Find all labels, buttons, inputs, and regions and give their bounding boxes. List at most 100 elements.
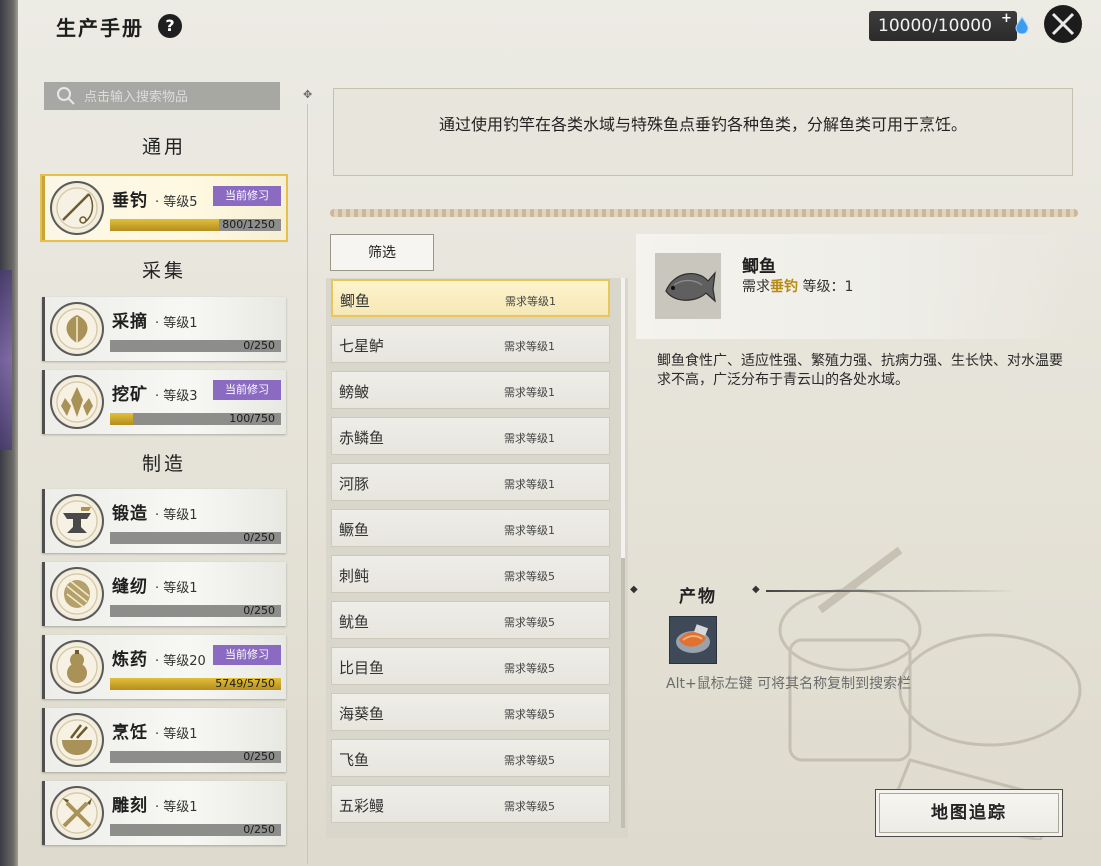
skill-progress-text: 0/250	[243, 604, 275, 617]
skill-level: · 等级1	[155, 508, 198, 523]
skill-progress-bar: 0/250	[110, 339, 281, 352]
anvil-icon	[63, 507, 91, 533]
skill-progress-text: 0/250	[243, 531, 275, 544]
skill-level: · 等级1	[155, 727, 198, 742]
column-divider	[307, 104, 308, 864]
fish-list-item[interactable]: 赤鳞鱼 需求等级1	[331, 417, 610, 455]
skill-level: · 等级1	[155, 800, 198, 815]
fish-name: 赤鳞鱼	[339, 429, 385, 447]
skill-progress-text: 800/1250	[222, 218, 275, 231]
fish-requirement: 需求等级1	[504, 524, 555, 537]
current-training-badge: 当前修习	[213, 186, 281, 206]
skill-icon-badge	[50, 567, 104, 621]
fish-name: 海葵鱼	[339, 705, 385, 723]
skill-icon-badge	[50, 640, 104, 694]
fish-list-item[interactable]: 飞鱼 需求等级5	[331, 739, 610, 777]
skill-card[interactable]: 挖矿 · 等级3 当前修习 100/750	[42, 370, 286, 434]
skill-name: 垂钓	[112, 191, 148, 211]
map-track-button[interactable]: 地图追踪	[875, 789, 1063, 837]
fish-requirement: 需求等级5	[504, 708, 555, 721]
fish-list-item[interactable]: 比目鱼 需求等级5	[331, 647, 610, 685]
fish-list-item[interactable]: 鳑鲏 需求等级1	[331, 371, 610, 409]
skill-card[interactable]: 采摘 · 等级1 0/250	[42, 297, 286, 361]
req-prefix: 需求	[742, 279, 770, 295]
fish-requirement: 需求等级1	[504, 478, 555, 491]
close-button[interactable]	[1044, 5, 1082, 43]
fish-list-item[interactable]: 鳜鱼 需求等级1	[331, 509, 610, 547]
skill-progress-bar: 800/1250	[110, 218, 281, 231]
scroll-thumb[interactable]	[621, 278, 625, 558]
skill-progress-bar: 0/250	[110, 604, 281, 617]
skill-card[interactable]: 雕刻 · 等级1 0/250	[42, 781, 286, 845]
fish-list-item[interactable]: 刺鲀 需求等级5	[331, 555, 610, 593]
fish-fillet-icon	[676, 624, 710, 653]
skill-progress-bar: 0/250	[110, 750, 281, 763]
carving-tools-icon	[62, 798, 92, 828]
skill-icon-badge	[50, 494, 104, 548]
fish-requirement: 需求等级1	[504, 340, 555, 353]
question-icon[interactable]: ?	[158, 14, 182, 38]
skill-card[interactable]: 垂钓 · 等级5 当前修习 800/1250	[40, 174, 288, 242]
skill-progress-text: 0/250	[243, 339, 275, 352]
skill-name: 锻造	[112, 504, 148, 524]
fish-name: 鳜鱼	[339, 521, 370, 539]
products-line	[766, 590, 1016, 592]
skill-icon-badge	[50, 375, 104, 429]
skill-name: 雕刻	[112, 796, 148, 816]
skill-progress-bar: 100/750	[110, 412, 281, 425]
fish-name: 比目鱼	[339, 659, 385, 677]
skill-card[interactable]: 炼药 · 等级20 当前修习 5749/5750	[42, 635, 286, 699]
product-slot[interactable]	[669, 616, 717, 664]
fish-list-item[interactable]: 鱿鱼 需求等级5	[331, 601, 610, 639]
skill-progress-text: 0/250	[243, 823, 275, 836]
fish-list-item[interactable]: 五彩鳗 需求等级5	[331, 785, 610, 823]
skill-progress-fill	[110, 219, 220, 231]
fish-image-frame	[655, 253, 721, 319]
skill-level: · 等级1	[155, 316, 198, 331]
skill-level: · 等级5	[155, 195, 198, 210]
skill-card[interactable]: 烹饪 · 等级1 0/250	[42, 708, 286, 772]
skill-card[interactable]: 缝纫 · 等级1 0/250	[42, 562, 286, 626]
skill-level: · 等级1	[155, 581, 198, 596]
fish-list-item[interactable]: 海葵鱼 需求等级5	[331, 693, 610, 731]
skill-icon-badge	[50, 786, 104, 840]
fish-name: 七星鲈	[339, 337, 385, 355]
cooking-bowl-icon	[62, 724, 92, 755]
fish-requirement: 需求等级1	[504, 386, 555, 399]
fish-list-item[interactable]: 七星鲈 需求等级1	[331, 325, 610, 363]
currency-add-icon[interactable]: +	[1001, 11, 1012, 26]
fish-list-item[interactable]: 鲫鱼 需求等级1	[331, 279, 610, 317]
fishing-rod-icon	[62, 193, 94, 224]
fish-name: 鱿鱼	[339, 613, 370, 631]
page-title: 生产手册	[56, 16, 144, 40]
products-ornament-left: ◆	[630, 584, 638, 595]
skill-card[interactable]: 锻造 · 等级1 0/250	[42, 489, 286, 553]
divider-ornament: ✥	[303, 88, 313, 101]
section-gather: 采集	[44, 250, 284, 289]
skill-icon-badge	[50, 181, 104, 235]
current-training-badge: 当前修习	[213, 645, 281, 665]
skill-icon-badge	[50, 302, 104, 356]
skill-level: · 等级3	[155, 389, 198, 404]
close-icon	[1051, 12, 1075, 36]
skill-progress-text: 0/250	[243, 750, 275, 763]
fish-requirement: 需求等级1	[505, 295, 556, 308]
skill-progress-bar: 0/250	[110, 823, 281, 836]
search-input[interactable]	[82, 82, 276, 112]
fish-name: 河豚	[339, 475, 370, 493]
fish-name: 鲫鱼	[340, 292, 371, 310]
detail-description: 鲫鱼食性广、适应性强、繁殖力强、抗病力强、生长快、对水温要求不高，广泛分布于青云…	[657, 353, 1063, 388]
skill-name: 缝纫	[112, 577, 148, 597]
fish-list-scrollbar[interactable]	[621, 278, 625, 828]
skill-name: 采摘	[112, 312, 148, 332]
skill-progress-fill	[110, 413, 133, 425]
filter-button[interactable]: 筛选	[330, 234, 434, 271]
fish-requirement: 需求等级5	[504, 616, 555, 629]
currency-counter: 10000/10000	[869, 11, 1017, 41]
window-left-accent	[0, 270, 12, 450]
fish-list-item[interactable]: 河豚 需求等级1	[331, 463, 610, 501]
search-box	[44, 82, 280, 112]
products-ornament-right: ◆	[752, 584, 760, 595]
req-skill: 垂钓	[770, 279, 798, 295]
fish-requirement: 需求等级5	[504, 754, 555, 767]
